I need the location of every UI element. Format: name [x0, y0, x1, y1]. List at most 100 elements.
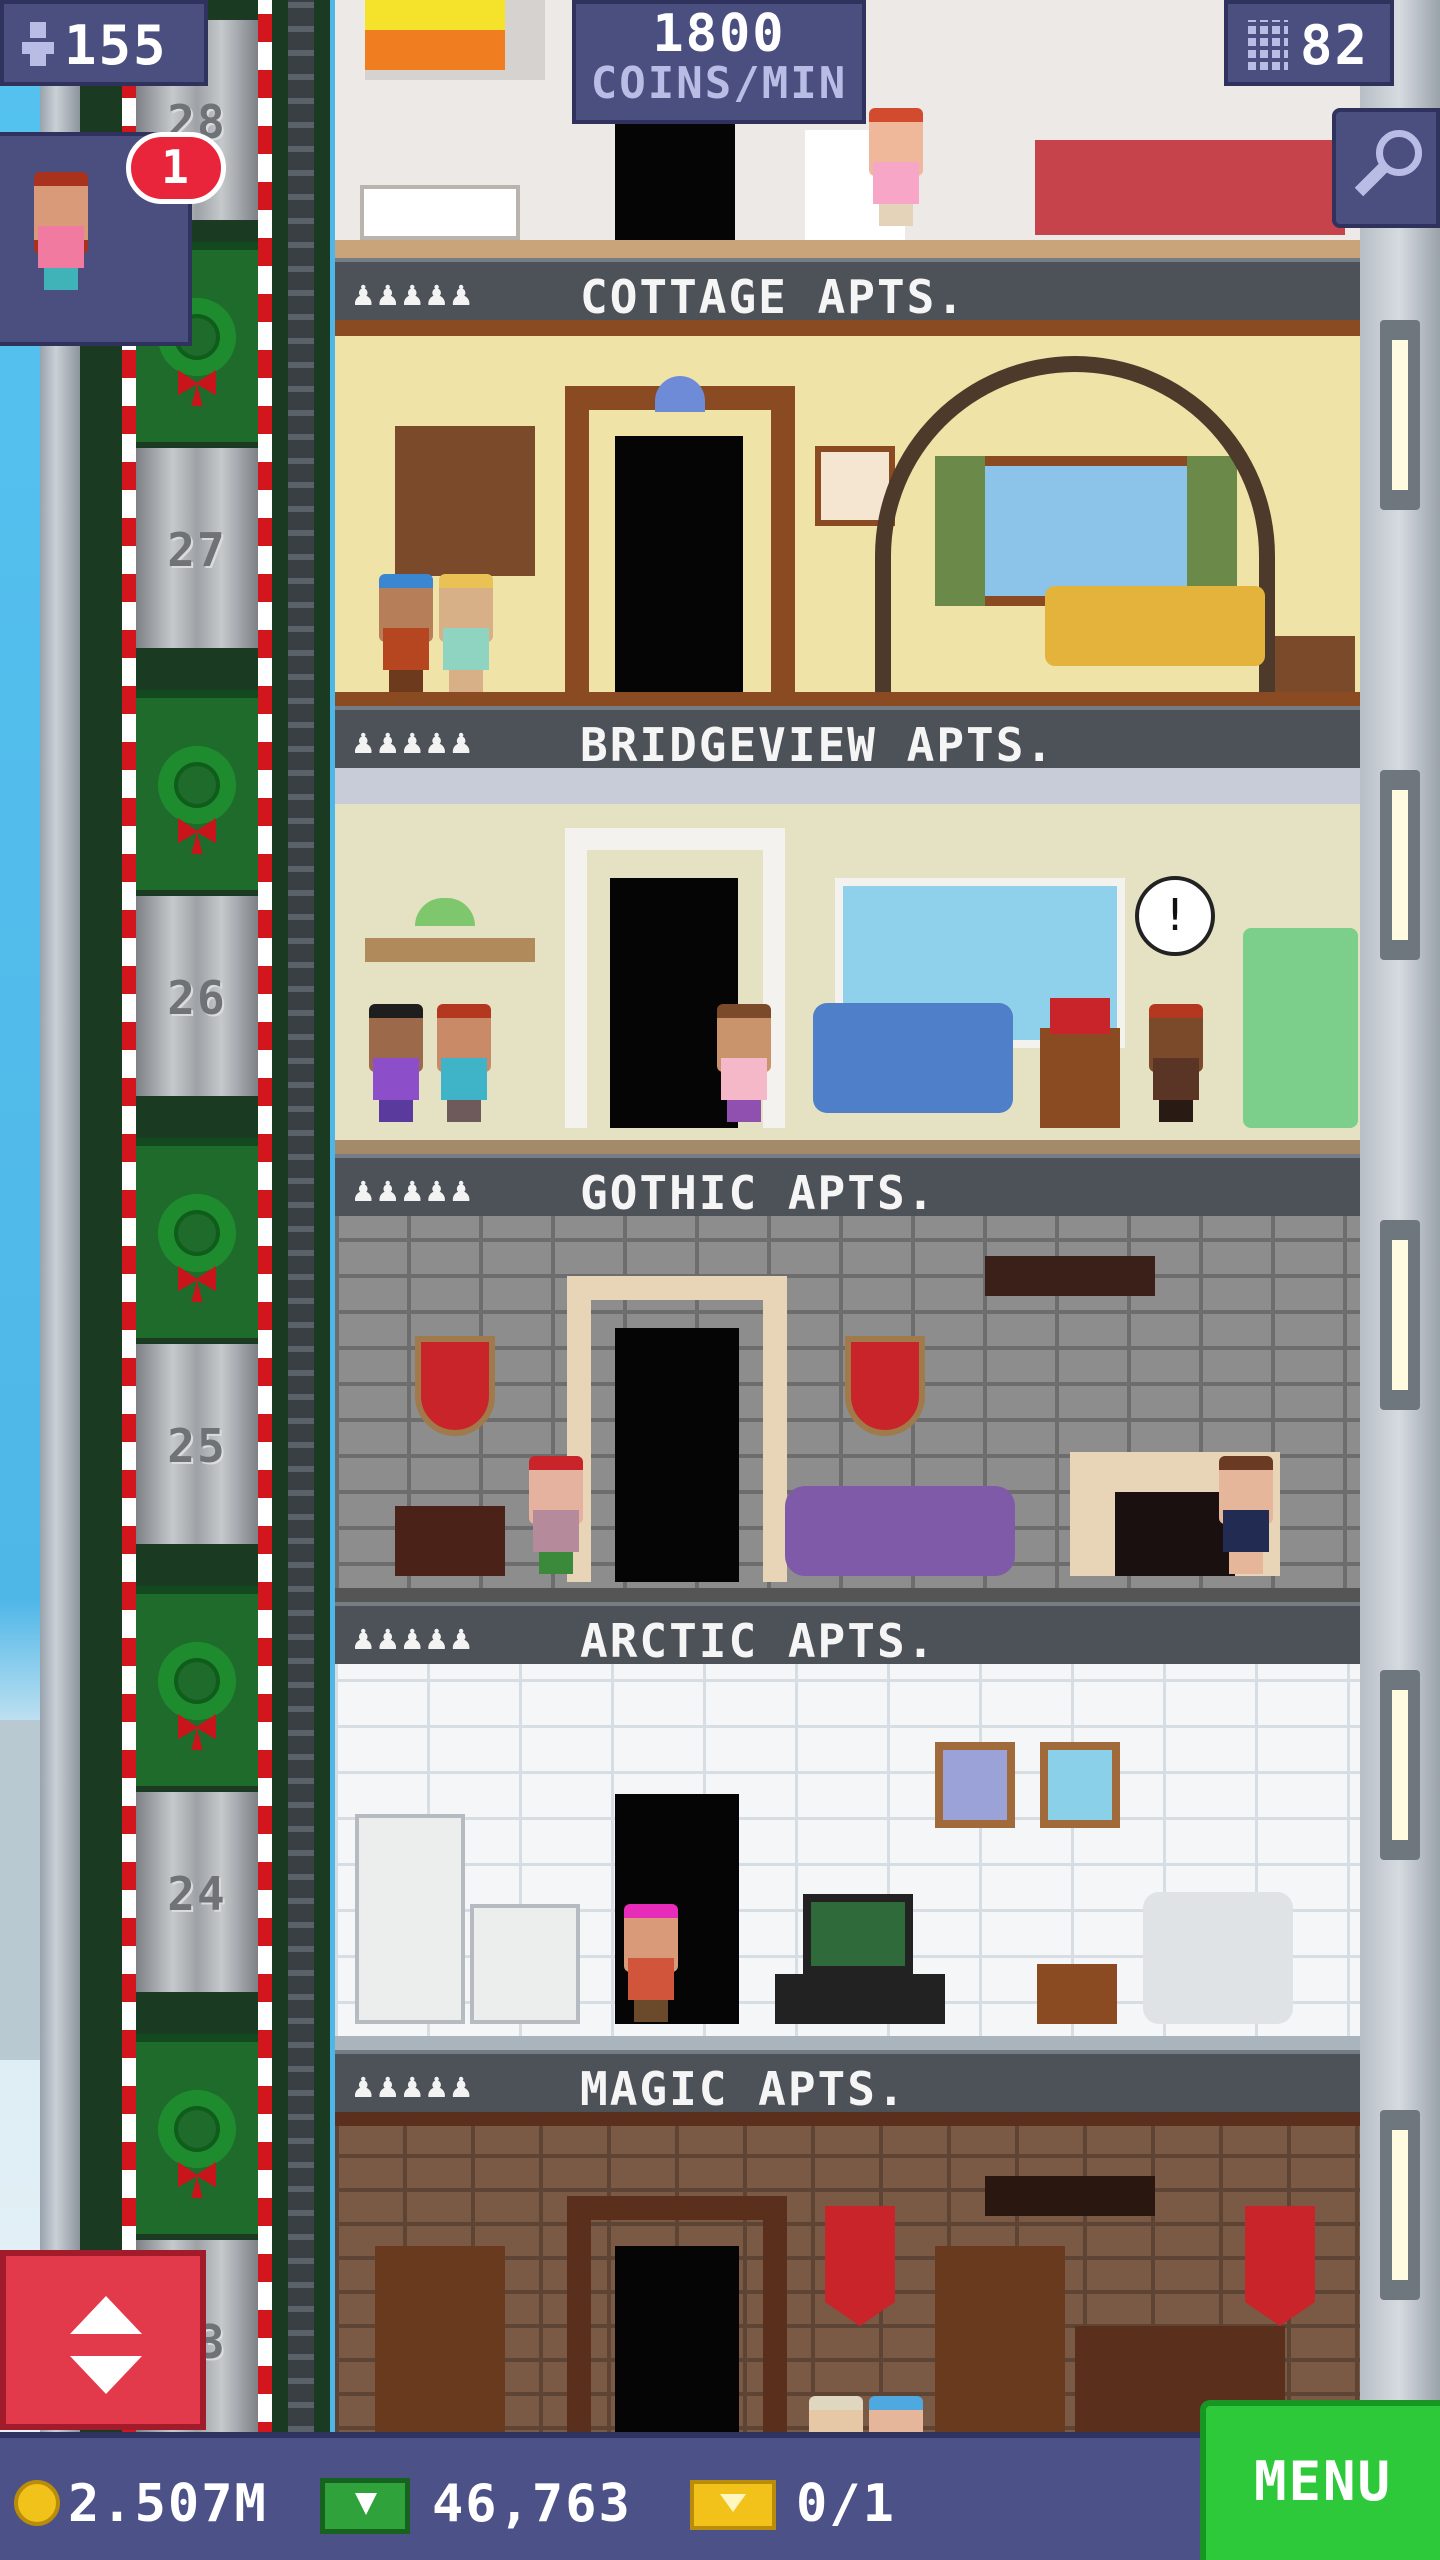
visitor-notification[interactable]: 1 [0, 132, 226, 346]
shield-decoration [415, 1336, 495, 1436]
floor-count-value: 82 [1300, 14, 1370, 77]
floor-name: GOTHIC APTS. [580, 1166, 937, 1220]
bookshelf [935, 2246, 1065, 2446]
floor-base [335, 692, 1360, 706]
speech-bubble: ! [1135, 876, 1215, 956]
wreath-decoration [136, 1138, 258, 1338]
side-table [1275, 636, 1355, 696]
floors-icon [1248, 20, 1288, 70]
tv [803, 1894, 913, 1974]
floor-arctic-apts[interactable]: ♟♟♟♟♟ ARCTIC APTS. [335, 1602, 1360, 2050]
elevator-rail [288, 0, 314, 2450]
population-counter[interactable]: 155 [0, 0, 208, 86]
floor-trim [335, 240, 1360, 258]
candy-cane-stripe-left [122, 0, 136, 2450]
room-interior [335, 320, 1360, 706]
doorway [615, 120, 735, 240]
room-interior [335, 1664, 1360, 2050]
floor-counter[interactable]: 82 [1224, 0, 1394, 86]
banner [1245, 2206, 1315, 2326]
coin-icon [14, 2480, 60, 2526]
floor-title-bar: ♟♟♟♟♟ BRIDGEVIEW APTS. [335, 706, 1360, 772]
bookshelf [375, 2246, 505, 2446]
window-slot [1380, 770, 1420, 960]
white-fridge [355, 1814, 465, 2024]
floor-title-bar: ♟♟♟♟♟ ARCTIC APTS. [335, 1602, 1360, 1668]
floor-base [335, 1140, 1360, 1154]
wall-picture [1040, 1742, 1120, 1828]
window-slot [1380, 1670, 1420, 1860]
coins-value: 2.507M [68, 2474, 268, 2534]
resident-capacity-icons: ♟♟♟♟♟ [353, 1170, 476, 1210]
up-down-arrows-icon [70, 2296, 142, 2334]
person-icon [22, 22, 54, 66]
elevator-floor-number: 24 [167, 1867, 227, 1921]
ceiling-lamp [655, 376, 705, 412]
floor-title-bar: ♟♟♟♟♟ GOTHIC APTS. [335, 1154, 1360, 1220]
elevator-door: 26 [136, 896, 258, 1096]
candy-cane-stripe-right [258, 0, 272, 2450]
floor-cottage-apts[interactable]: ♟♟♟♟♟ COTTAGE APTS. [335, 258, 1360, 706]
income-rate-panel: 1800 COINS/MIN [572, 0, 866, 124]
chandelier [985, 2176, 1155, 2216]
zoom-button[interactable] [1332, 108, 1440, 228]
doorway [615, 436, 743, 696]
down-arrow-icon [70, 2356, 142, 2394]
side-table [1040, 1028, 1120, 1128]
white-stove [470, 1904, 580, 2024]
banner [825, 2206, 895, 2326]
floor-name: BRIDGEVIEW APTS. [580, 718, 1056, 772]
yellow-sofa [1045, 586, 1265, 666]
resident-capacity-icons: ♟♟♟♟♟ [353, 2066, 476, 2106]
red-sofa [1035, 140, 1345, 235]
floor-gothic-apts[interactable]: ♟♟♟♟♟ GOTHIC APTS. [335, 1154, 1360, 1602]
white-armchair [1143, 1892, 1293, 2024]
resident-capacity-icons: ♟♟♟♟♟ [353, 722, 476, 762]
elevator-floor-number: 26 [167, 971, 227, 1025]
resident-capacity-icons: ♟♟♟♟♟ [353, 274, 476, 314]
resident[interactable] [1145, 1004, 1207, 1122]
resident[interactable] [435, 574, 497, 692]
elevator-door: 24 [136, 1792, 258, 1992]
floor-bridgeview-apts[interactable]: ♟♟♟♟♟ BRIDGEVIEW APTS. ! [335, 706, 1360, 1154]
elevator-floor-number: 27 [167, 523, 227, 577]
floor-name: COTTAGE APTS. [580, 270, 967, 324]
floor-base [335, 1588, 1360, 1602]
population-value: 155 [64, 14, 168, 77]
purple-sofa [785, 1486, 1015, 1576]
window-slot [1380, 320, 1420, 510]
resident[interactable] [865, 108, 927, 226]
side-table [395, 1506, 505, 1576]
doorway [615, 1328, 739, 1582]
elevator-floor-number: 25 [167, 1419, 227, 1473]
blue-sofa [813, 1003, 1013, 1113]
window-slot [1380, 2110, 1420, 2300]
radio [1050, 998, 1110, 1034]
resident[interactable] [620, 1904, 682, 2022]
side-table [1037, 1964, 1117, 2024]
white-table [360, 185, 520, 240]
menu-button[interactable]: MENU [1200, 2400, 1440, 2560]
wall-picture [935, 1742, 1015, 1828]
floor-name: MAGIC APTS. [580, 2062, 907, 2116]
green-fridge [1243, 928, 1358, 1128]
floor-title-bar: ♟♟♟♟♟ MAGIC APTS. [335, 2050, 1360, 2116]
wreath-decoration [136, 2034, 258, 2234]
elevator-shaft[interactable]: 28 27 26 25 24 23 [80, 0, 330, 2450]
income-rate-label: COINS/MIN [590, 58, 848, 109]
wreath-decoration [136, 690, 258, 890]
income-rate-value: 1800 [652, 4, 786, 64]
shield-decoration [845, 1336, 925, 1436]
resident[interactable] [365, 1004, 427, 1122]
resident[interactable] [1215, 1456, 1277, 1574]
resident[interactable] [375, 574, 437, 692]
notification-badge: 1 [126, 132, 226, 204]
resident[interactable] [713, 1004, 775, 1122]
resident[interactable] [433, 1004, 495, 1122]
resident[interactable] [525, 1456, 587, 1574]
menu-label: MENU [1253, 2450, 1393, 2513]
tower-outer-wall [40, 0, 80, 2450]
elevator-control-button[interactable] [0, 2250, 206, 2430]
wreath-decoration [136, 1586, 258, 1786]
yellow-sign-stripe [365, 0, 505, 30]
